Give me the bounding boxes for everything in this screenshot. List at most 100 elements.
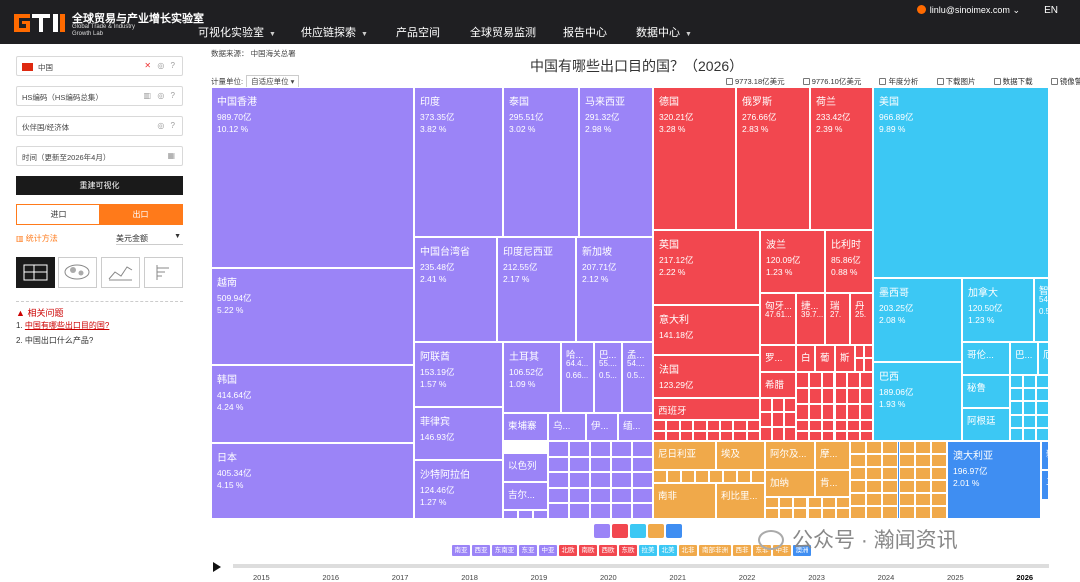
treemap-tile[interactable]: 巴西 189.06亿 1.93 % — [873, 362, 962, 441]
legend-chip[interactable]: 南部非洲 — [699, 545, 731, 556]
treemap-tile-tiny[interactable] — [821, 388, 835, 404]
treemap-tile-small[interactable]: 新 — [1041, 441, 1049, 470]
settings-icon[interactable]: ◎ — [157, 91, 166, 100]
treemap-tile-tiny[interactable] — [666, 430, 680, 441]
treemap-tile-tiny[interactable] — [882, 493, 899, 506]
treemap-tile[interactable]: 中国香港 989.70亿 10.12 % — [211, 87, 414, 268]
treemap-tile-tiny[interactable] — [855, 345, 864, 359]
continent-asia-icon[interactable] — [594, 524, 610, 538]
treemap-tile-tiny[interactable] — [679, 420, 694, 431]
treemap-tile-tiny[interactable] — [808, 372, 822, 388]
legend-chip[interactable]: 西亚 — [472, 545, 490, 556]
treemap-tile-tiny[interactable] — [835, 497, 850, 508]
treemap-tile-tiny[interactable] — [860, 404, 873, 420]
treemap-tile-tiny[interactable] — [723, 470, 737, 483]
mirror-warning-button[interactable]: 镜像警告 — [1050, 77, 1080, 86]
help-icon[interactable]: ? — [171, 91, 177, 100]
treemap-tile-tiny[interactable] — [866, 480, 883, 493]
help-icon[interactable]: ? — [171, 61, 177, 70]
treemap-tile-small[interactable]: 白 — [796, 345, 815, 372]
treemap-tile-tiny[interactable] — [864, 358, 873, 372]
treemap-tile-small[interactable]: 希腊 — [760, 372, 796, 398]
treemap-tile[interactable]: 新加坡 207.71亿 2.12 % — [576, 237, 653, 342]
treemap-tile-tiny[interactable] — [1010, 427, 1023, 441]
treemap-tile-tiny[interactable] — [850, 454, 867, 467]
treemap-tile[interactable]: 英国 217.12亿 2.22 % — [653, 230, 760, 305]
treemap-tile-tiny[interactable] — [632, 503, 653, 519]
treemap-tile-tiny[interactable] — [835, 508, 850, 519]
treemap-tile-small[interactable]: 马 — [1041, 470, 1049, 500]
settings-icon[interactable]: ◎ — [157, 61, 166, 70]
treemap-tile[interactable]: 意大利 141.18亿 — [653, 305, 760, 355]
treemap-tile-tiny[interactable] — [1010, 388, 1023, 402]
treemap-tile-tiny[interactable] — [860, 372, 873, 388]
treemap-tile[interactable]: 印度尼西亚 212.55亿 2.17 % — [497, 237, 576, 342]
treemap-tile-tiny[interactable] — [779, 508, 794, 519]
treemap-tile-tiny[interactable] — [709, 470, 723, 483]
treemap-tile-tiny[interactable] — [746, 430, 760, 441]
treemap-tile-tiny[interactable] — [882, 506, 899, 519]
legend-chip[interactable]: 北非 — [679, 545, 697, 556]
timeline-track[interactable] — [233, 564, 1049, 568]
treemap-tile-tiny[interactable] — [821, 372, 835, 388]
nav-data-center[interactable]: 数据中心 ▼ — [636, 24, 692, 40]
treemap-tile-tiny[interactable] — [930, 480, 947, 493]
rebuild-visualization-button[interactable]: 重建可视化 — [16, 176, 183, 195]
treemap-tile-tiny[interactable] — [784, 398, 796, 413]
treemap-tile[interactable]: 菲律宾 146.93亿 — [414, 407, 503, 460]
treemap-tile-small[interactable]: 斯 — [835, 345, 855, 372]
treemap-tile[interactable]: 澳大利亚 196.97亿 2.01 % — [947, 441, 1041, 519]
treemap-tile-tiny[interactable] — [821, 508, 836, 519]
treemap-tile[interactable]: 墨西哥 203.25亿 2.08 % — [873, 278, 962, 362]
treemap-tile-tiny[interactable] — [930, 493, 947, 506]
treemap-tile-tiny[interactable] — [548, 441, 569, 457]
treemap-tile[interactable]: 印度 373.35亿 3.82 % — [414, 87, 503, 237]
treemap-tile-tiny[interactable] — [1036, 427, 1049, 441]
treemap-tile-tiny[interactable] — [569, 487, 590, 504]
treemap-view-button[interactable] — [16, 257, 55, 288]
treemap-tile[interactable]: 土耳其 106.52亿 1.09 % — [503, 342, 561, 413]
treemap-tile-small[interactable]: 缅... — [618, 413, 653, 441]
treemap-tile-tiny[interactable] — [821, 420, 835, 431]
treemap-tile-tiny[interactable] — [808, 430, 822, 441]
treemap-tile-tiny[interactable] — [847, 372, 861, 388]
treemap-tile-tiny[interactable] — [796, 430, 809, 441]
treemap-tile[interactable]: 加拿大 120.50亿 1.23 % — [962, 278, 1034, 342]
treemap-tile[interactable]: 马来西亚 291.32亿 2.98 % — [579, 87, 653, 237]
treemap-tile[interactable]: 法国 123.29亿 — [653, 355, 760, 398]
treemap-tile-tiny[interactable] — [882, 480, 899, 493]
treemap-tile-tiny[interactable] — [569, 456, 590, 473]
treemap-tile-tiny[interactable] — [632, 456, 653, 473]
treemap-tile-small[interactable]: 智...54.5...0.56... — [1034, 278, 1049, 342]
map-view-button[interactable] — [58, 257, 97, 288]
treemap-tile-tiny[interactable] — [796, 420, 809, 431]
treemap-tile-tiny[interactable] — [847, 388, 861, 404]
help-icon[interactable]: ? — [171, 121, 177, 130]
nav-product-space[interactable]: 产品空间 — [396, 24, 440, 40]
calendar-icon[interactable]: ▦ — [167, 151, 177, 160]
treemap-tile-tiny[interactable] — [679, 430, 694, 441]
partner-field[interactable]: 伙伴国/经济体 ◎ ? — [16, 116, 183, 136]
treemap-tile-tiny[interactable] — [914, 506, 931, 519]
treemap-tile-tiny[interactable] — [850, 493, 867, 506]
treemap-tile-tiny[interactable] — [834, 404, 848, 420]
treemap-tile-tiny[interactable] — [882, 467, 899, 480]
treemap-tile-small[interactable]: 西班牙 — [653, 398, 760, 420]
question-2[interactable]: 2. 中国出口什么产品? — [16, 335, 93, 346]
barcode-icon[interactable]: ▥ — [144, 91, 154, 100]
treemap-tile[interactable]: 比利时 85.86亿 0.88 % — [825, 230, 873, 293]
treemap-tile-tiny[interactable] — [860, 430, 873, 441]
language-switch[interactable]: EN — [1044, 5, 1058, 16]
treemap-tile-small[interactable]: 葡 — [815, 345, 835, 372]
treemap-tile-small[interactable]: 柬埔寨 — [503, 413, 548, 441]
treemap-tile-small[interactable]: 匈牙... 47.61... — [760, 293, 796, 345]
treemap-tile-tiny[interactable] — [796, 388, 809, 404]
treemap-tile[interactable]: 俄罗斯 276.66亿 2.83 % — [736, 87, 810, 230]
treemap-tile-small[interactable]: 阿尔及... — [765, 441, 815, 470]
treemap-tile-tiny[interactable] — [760, 426, 772, 441]
treemap-tile-small[interactable]: 加纳 — [765, 470, 815, 497]
treemap-tile-tiny[interactable] — [1023, 427, 1036, 441]
treemap-tile-tiny[interactable] — [860, 420, 873, 431]
treemap-tile-small[interactable]: 哈... 64.4... 0.66... — [561, 342, 594, 413]
question-1[interactable]: 1. 中国有哪些出口目的国? — [16, 320, 109, 331]
